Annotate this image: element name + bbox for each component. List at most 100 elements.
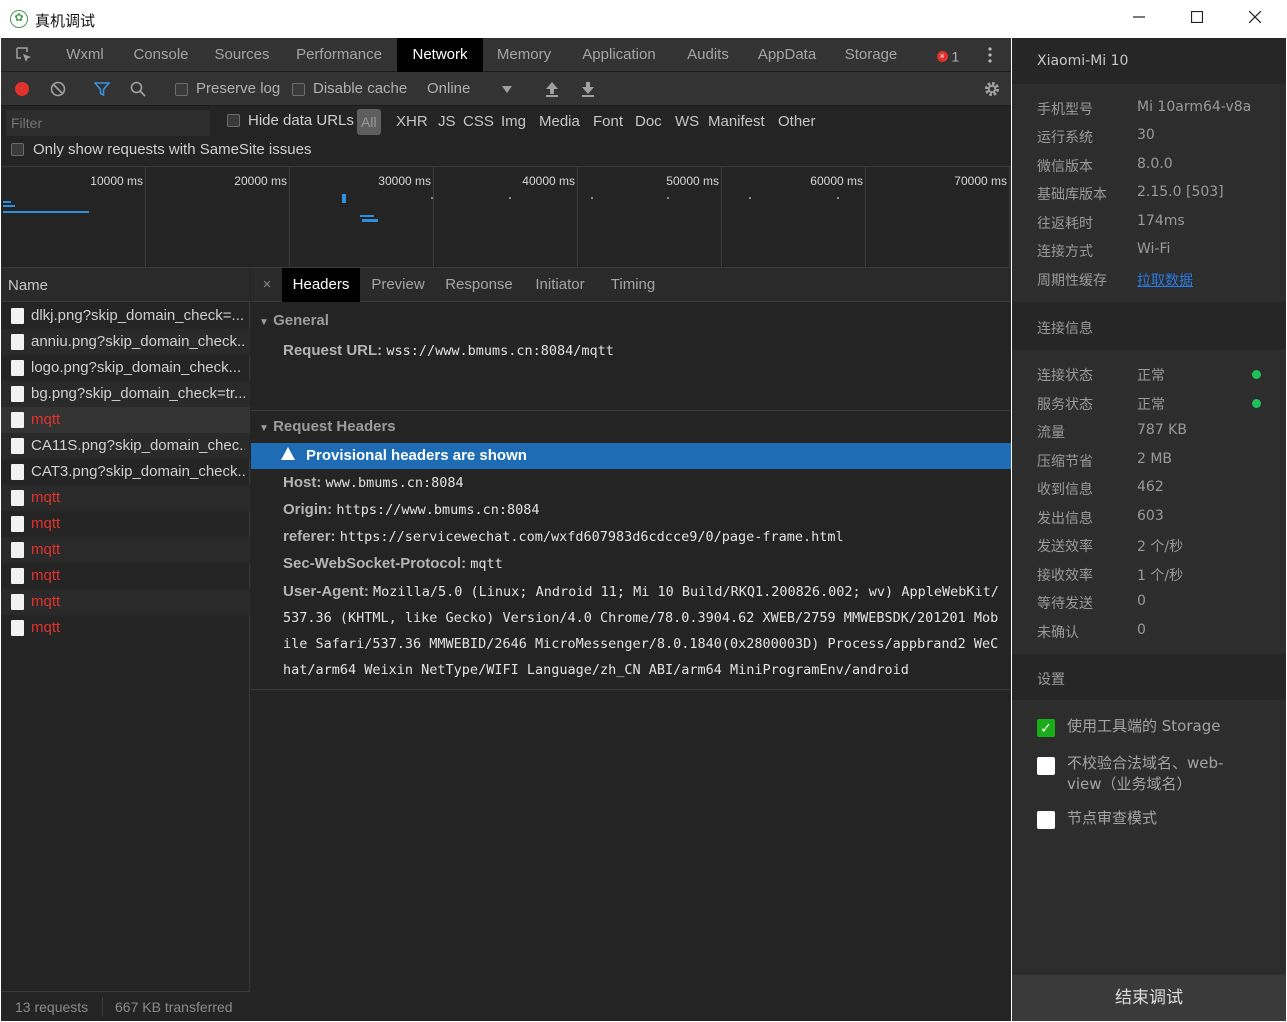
close-icon[interactable] (1226, 0, 1284, 38)
tab-memory[interactable]: Memory (485, 38, 563, 72)
tab-appdata[interactable]: AppData (747, 38, 827, 72)
request-row[interactable]: mqtt (1, 511, 250, 537)
tab-initiator[interactable]: Initiator (525, 268, 595, 302)
filter-input[interactable] (6, 110, 210, 136)
header-key: Sec-WebSocket-Protocol: (283, 555, 467, 572)
preserve-log-checkbox[interactable] (175, 83, 188, 96)
settings-header: 设置 (1012, 654, 1286, 700)
request-name: anniu.png?skip_domain_check... (31, 333, 245, 350)
info-value: 8.0.0 (1137, 156, 1173, 172)
tab-storage[interactable]: Storage (833, 38, 909, 72)
node-inspect-checkbox[interactable] (1037, 811, 1055, 829)
user-agent-continued: ile Safari/537.36 MMWEBID/2646 MicroMess… (283, 636, 999, 652)
filter-type-css[interactable]: CSS (463, 113, 494, 130)
header-key: Origin: (283, 501, 333, 518)
node-inspect-label: 节点审查模式 (1067, 809, 1158, 827)
name-column-header[interactable]: Name (1, 268, 250, 302)
conn-value: 787 KB (1137, 422, 1187, 438)
user-agent-continued: hat/arm64 Weixin NetType/WIFI Language/z… (283, 662, 909, 678)
dropdown-arrow-icon[interactable] (499, 72, 515, 106)
user-agent-continued: 537.36 (KHTML, like Gecko) Version/4.0 C… (283, 610, 999, 626)
network-overview-timeline[interactable]: 10000 ms 20000 ms 30000 ms 40000 ms 5000… (1, 167, 1011, 268)
filter-type-all[interactable]: All (357, 109, 381, 135)
request-row[interactable]: mqtt (1, 563, 250, 589)
error-counter[interactable]: × 1 (931, 38, 965, 72)
more-options-icon[interactable] (979, 38, 1001, 72)
header-value: https://servicewechat.com/wxfd607983d6cd… (339, 529, 844, 545)
filter-type-ws[interactable]: WS (675, 113, 699, 130)
request-row[interactable]: anniu.png?skip_domain_check... (1, 329, 250, 355)
tab-console[interactable]: Console (123, 38, 199, 72)
close-detail-icon[interactable]: × (255, 268, 279, 302)
clear-icon[interactable] (47, 72, 69, 106)
conn-key: 接收效率 (1037, 568, 1093, 584)
download-har-icon[interactable] (577, 72, 599, 106)
filter-type-xhr[interactable]: XHR (396, 113, 428, 130)
request-row[interactable]: CA11S.png?skip_domain_chec... (1, 433, 250, 459)
request-row[interactable]: logo.png?skip_domain_check... (1, 355, 250, 381)
header-key: Host: (283, 474, 322, 491)
minimize-icon[interactable] (1110, 0, 1168, 38)
filter-type-img[interactable]: Img (501, 113, 526, 130)
conn-key: 未确认 (1037, 625, 1079, 641)
pull-data-link[interactable]: 拉取数据 (1137, 270, 1193, 290)
general-section-toggle[interactable]: ▼ General (259, 312, 329, 329)
search-icon[interactable] (127, 72, 149, 106)
request-row[interactable]: mqtt (1, 615, 250, 641)
tab-response[interactable]: Response (439, 268, 519, 302)
filter-type-media[interactable]: Media (539, 113, 580, 130)
inspect-element-icon[interactable] (9, 38, 39, 72)
settings-gear-icon[interactable] (981, 72, 1003, 106)
conn-value: 0 (1137, 622, 1146, 638)
tab-network[interactable]: Network (397, 38, 483, 72)
tab-application[interactable]: Application (569, 38, 669, 72)
filter-type-other[interactable]: Other (778, 113, 816, 130)
filter-type-doc[interactable]: Doc (635, 113, 662, 130)
tab-timing[interactable]: Timing (603, 268, 663, 302)
request-row[interactable]: bg.png?skip_domain_check=tr... (1, 381, 250, 407)
conn-value: 1 个/秒 (1137, 568, 1184, 584)
maximize-icon[interactable] (1168, 0, 1226, 38)
tab-preview[interactable]: Preview (363, 268, 433, 302)
devtools-tabbar: Wxml Console Sources Performance Network… (1, 38, 1011, 72)
file-icon (11, 490, 24, 506)
tab-headers[interactable]: Headers (282, 268, 360, 302)
throttling-select[interactable]: Online (427, 80, 470, 97)
samesite-checkbox[interactable] (11, 143, 24, 156)
request-name: mqtt (31, 411, 61, 428)
tab-wxml[interactable]: Wxml (53, 38, 117, 72)
request-row[interactable]: dlkj.png?skip_domain_check=... (1, 303, 250, 329)
filter-type-manifest[interactable]: Manifest (708, 113, 765, 130)
transferred-size: 667 KB transferred (115, 999, 233, 1015)
tab-sources[interactable]: Sources (205, 38, 279, 72)
end-debug-button[interactable]: 结束调试 (1012, 975, 1286, 1021)
skip-domain-check-checkbox[interactable] (1037, 757, 1055, 775)
disable-cache-checkbox[interactable] (292, 83, 305, 96)
file-icon (11, 464, 24, 480)
status-ok-dot (1252, 370, 1261, 379)
file-icon (11, 516, 24, 532)
upload-har-icon[interactable] (541, 72, 563, 106)
filter-type-font[interactable]: Font (593, 113, 623, 130)
device-info-block: 手机型号 Mi 10arm64-v8a 运行系统 30 微信版本 8.0.0 基… (1012, 86, 1286, 300)
tab-audits[interactable]: Audits (675, 38, 741, 72)
conn-info-block: 连接状态 正常 服务状态 正常 流量 787 KB 压缩节省 2 MB 收到信息… (1012, 352, 1286, 652)
request-row-selected[interactable]: mqtt (1, 407, 250, 433)
record-icon[interactable] (11, 72, 33, 106)
use-tool-storage-checkbox[interactable]: ✓ (1037, 719, 1055, 737)
request-row[interactable]: mqtt (1, 537, 250, 563)
hide-data-urls-checkbox[interactable] (227, 114, 240, 127)
filter-icon[interactable] (91, 72, 113, 106)
conn-key: 压缩节省 (1037, 454, 1093, 470)
request-name: CAT3.png?skip_domain_check... (31, 463, 245, 480)
disable-cache-label: Disable cache (313, 80, 408, 97)
request-row[interactable]: mqtt (1, 589, 250, 615)
hide-data-urls-label: Hide data URLs (248, 112, 354, 129)
tab-performance[interactable]: Performance (285, 38, 393, 72)
header-value: Mozilla/5.0 (Linux; Android 11; Mi 10 Bu… (373, 584, 999, 600)
filter-type-js[interactable]: JS (438, 113, 456, 130)
request-row[interactable]: CAT3.png?skip_domain_check... (1, 459, 250, 485)
request-headers-section-toggle[interactable]: ▼ Request Headers (259, 418, 396, 435)
request-row[interactable]: mqtt (1, 485, 250, 511)
network-status-bar: 13 requests 667 KB transferred (1, 991, 250, 1021)
